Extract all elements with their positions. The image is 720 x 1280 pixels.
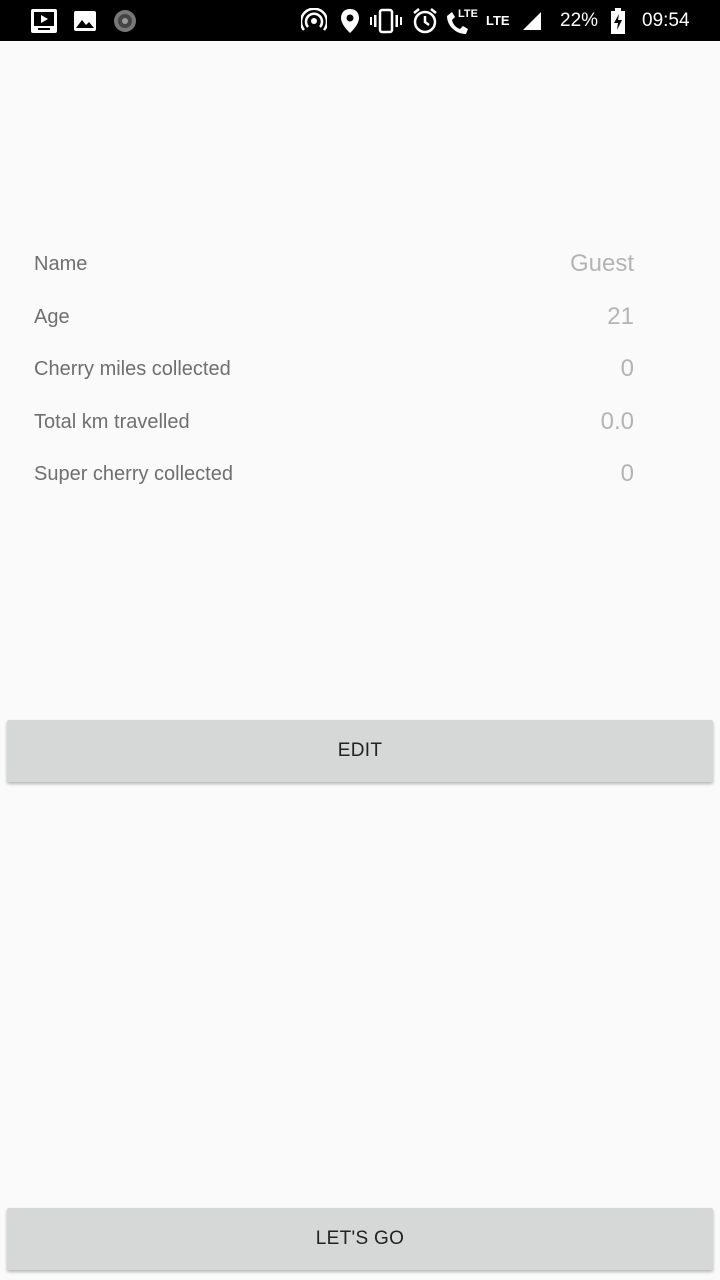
battery-percent: 22%: [560, 9, 599, 31]
location-icon: [338, 0, 362, 41]
status-bar: LTE LTE 22% 09:54: [0, 0, 720, 41]
row-value: Guest: [569, 250, 634, 277]
signal-icon: [520, 0, 544, 41]
vibrate-icon: [370, 0, 402, 41]
loading-app-icon: [112, 0, 138, 41]
network-type-label: LTE: [486, 13, 510, 28]
row-value: 0: [620, 460, 634, 487]
alarm-icon: [411, 0, 439, 41]
profile-row-name: Name Guest: [34, 244, 634, 284]
row-label: Age: [34, 305, 70, 328]
hotspot-icon: [300, 0, 328, 41]
lets-go-button[interactable]: LET'S GO: [7, 1208, 713, 1270]
tv-app-icon: [29, 0, 59, 41]
profile-row-super-cherry: Super cherry collected 0: [34, 454, 634, 494]
gallery-icon: [72, 0, 98, 41]
row-value: 0.0: [600, 408, 634, 435]
clock: 09:54: [642, 9, 690, 31]
row-value: 0: [620, 355, 634, 382]
row-label: Cherry miles collected: [34, 357, 231, 380]
volte-call-icon: LTE: [444, 0, 478, 41]
profile-row-age: Age 21: [34, 297, 634, 337]
battery-charging-icon: [609, 0, 627, 41]
profile-row-total-km: Total km travelled 0.0: [34, 402, 634, 442]
row-label: Super cherry collected: [34, 462, 233, 485]
svg-text:LTE: LTE: [458, 8, 478, 20]
row-value: 21: [607, 303, 634, 330]
edit-button[interactable]: EDIT: [7, 720, 713, 782]
row-label: Total km travelled: [34, 410, 190, 433]
profile-screen: Name Guest Age 21 Cherry miles collected…: [0, 41, 720, 1280]
row-label: Name: [34, 252, 88, 275]
profile-row-cherry-miles: Cherry miles collected 0: [34, 349, 634, 389]
